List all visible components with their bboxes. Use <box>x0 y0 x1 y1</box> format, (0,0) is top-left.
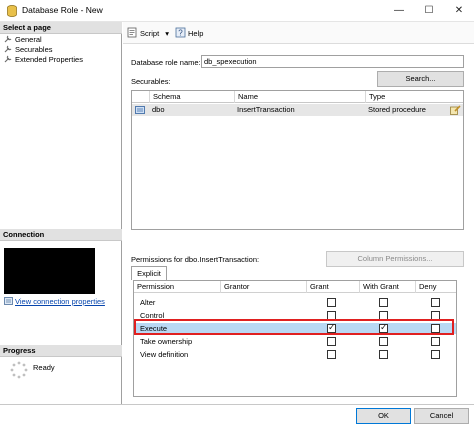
deny-checkbox[interactable]: ✓ <box>431 298 440 307</box>
with-grant-checkbox[interactable]: ✓ <box>379 350 388 359</box>
select-page-header: Select a page <box>0 22 122 34</box>
edit-pencil-icon[interactable] <box>450 105 461 115</box>
column-header-type[interactable]: Type <box>365 91 463 103</box>
connection-info-redacted <box>4 248 95 294</box>
permission-name: View definition <box>140 350 189 359</box>
footer-divider <box>0 404 474 405</box>
help-label: Help <box>188 29 204 38</box>
column-header-grant[interactable]: Grant <box>306 281 359 293</box>
permissions-grid: Permission Grantor Grant With Grant Deny… <box>133 280 457 397</box>
connection-header: Connection <box>0 229 122 241</box>
progress-header: Progress <box>0 345 122 357</box>
help-button[interactable]: ? Help <box>175 27 203 39</box>
page-item-general[interactable]: General <box>4 35 42 45</box>
script-label: Script <box>140 29 160 38</box>
permission-name: Take ownership <box>140 337 193 346</box>
permissions-label: Permissions for dbo.InsertTransaction: <box>131 255 260 264</box>
minimize-button[interactable]: — <box>384 0 414 22</box>
securables-grid: Schema Name Type dbo InsertTransaction S… <box>131 90 464 230</box>
close-button[interactable]: ✕ <box>444 0 474 22</box>
page-item-extended-properties[interactable]: Extended Properties <box>4 55 83 65</box>
cancel-button[interactable]: Cancel <box>414 408 469 424</box>
script-button[interactable]: Script ▾ <box>127 27 169 39</box>
wrench-icon <box>4 45 12 53</box>
column-header-permission[interactable]: Permission <box>134 281 220 293</box>
permissions-tabstrip: Explicit <box>131 266 464 280</box>
cell-name: InsertTransaction <box>237 105 295 114</box>
grant-checkbox[interactable]: ✓ <box>327 337 336 346</box>
maximize-button[interactable]: ☐ <box>414 0 444 22</box>
script-icon <box>127 27 137 38</box>
view-connection-properties-text: View connection properties <box>15 297 105 306</box>
wrench-icon <box>4 35 12 43</box>
stored-procedure-icon <box>135 106 145 114</box>
with-grant-checkbox[interactable]: ✓ <box>379 337 388 346</box>
database-icon <box>7 5 17 17</box>
permission-row-alter[interactable]: Alter ✓ ✓ ✓ <box>134 297 456 308</box>
tab-explicit[interactable]: Explicit <box>131 266 167 280</box>
permissions-header-row: Permission Grantor Grant With Grant Deny <box>134 281 456 293</box>
ok-button[interactable]: OK <box>356 408 411 424</box>
execute-row-highlight <box>134 319 454 335</box>
window-title: Database Role - New <box>22 5 103 15</box>
help-icon: ? <box>175 27 186 38</box>
title-bar: Database Role - New — ☐ ✕ <box>0 0 474 22</box>
securables-header-row: Schema Name Type <box>132 91 463 103</box>
cell-schema: dbo <box>152 105 165 114</box>
properties-icon <box>4 297 13 305</box>
grant-checkbox[interactable]: ✓ <box>327 350 336 359</box>
page-item-label: Extended Properties <box>15 55 83 64</box>
with-grant-checkbox[interactable]: ✓ <box>379 298 388 307</box>
page-item-securables[interactable]: Securables <box>4 45 53 55</box>
column-header-schema[interactable]: Schema <box>149 91 232 103</box>
column-header-name[interactable]: Name <box>234 91 364 103</box>
cell-type: Stored procedure <box>368 105 426 114</box>
left-pane: Select a page General Securables Extende… <box>0 22 122 404</box>
permission-name: Alter <box>140 298 156 307</box>
role-name-field[interactable]: db_spexecution <box>201 55 464 68</box>
column-header-with-grant[interactable]: With Grant <box>359 281 415 293</box>
table-row[interactable]: dbo InsertTransaction Stored procedure <box>132 104 463 116</box>
view-connection-properties-link[interactable]: View connection properties <box>4 297 105 307</box>
column-header-grantor[interactable]: Grantor <box>220 281 306 293</box>
page-item-label: General <box>15 35 42 44</box>
securables-label: Securables: <box>131 77 171 86</box>
column-header-deny[interactable]: Deny <box>415 281 456 293</box>
svg-text:?: ? <box>178 29 183 38</box>
search-button[interactable]: Search... <box>377 71 464 87</box>
deny-checkbox[interactable]: ✓ <box>431 350 440 359</box>
permission-row-view-definition[interactable]: View definition ✓ ✓ ✓ <box>134 349 456 360</box>
chevron-down-icon[interactable]: ▾ <box>165 29 169 38</box>
page-item-label: Securables <box>15 45 53 54</box>
progress-spinner-icon <box>10 361 28 379</box>
role-name-label: Database role name: <box>131 58 201 67</box>
grant-checkbox[interactable]: ✓ <box>327 298 336 307</box>
column-permissions-button[interactable]: Column Permissions... <box>326 251 464 267</box>
progress-status: Ready <box>33 363 55 372</box>
toolbar: Script ▾ ? Help <box>123 22 474 44</box>
wrench-icon <box>4 55 12 63</box>
permission-row-take-ownership[interactable]: Take ownership ✓ ✓ ✓ <box>134 336 456 347</box>
deny-checkbox[interactable]: ✓ <box>431 337 440 346</box>
